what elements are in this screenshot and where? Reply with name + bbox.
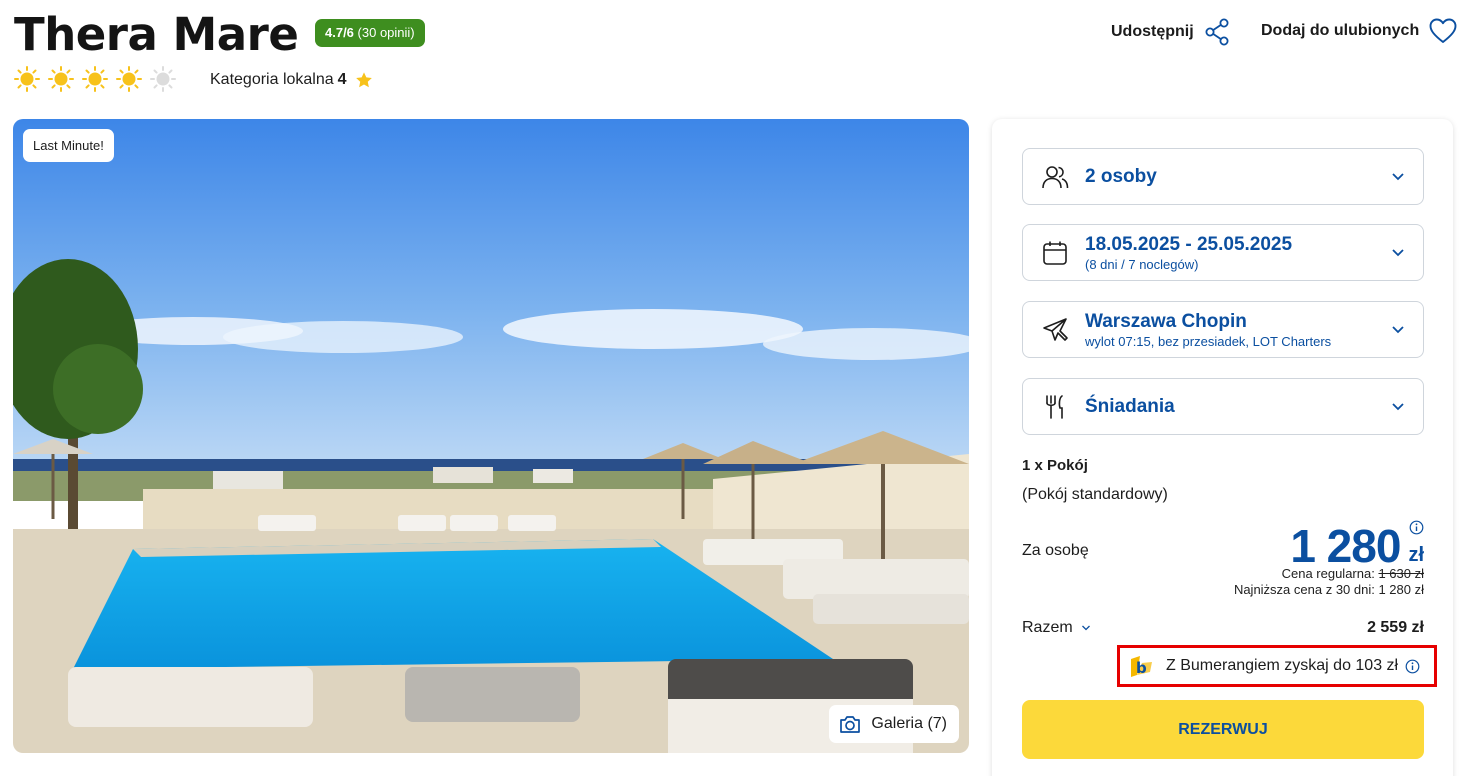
pool-scene-image: [13, 119, 969, 753]
total-toggle[interactable]: Razem: [1022, 619, 1091, 637]
share-icon: [1205, 18, 1229, 46]
chevron-down-icon: [1392, 248, 1404, 256]
sun-star-empty-icon: [150, 66, 176, 92]
total-label: Razem: [1022, 619, 1073, 636]
chevron-down-icon: [1081, 625, 1090, 631]
sun-star-icon: [116, 66, 142, 92]
svg-text:b: b: [1136, 659, 1147, 677]
sun-star-icon: [14, 66, 40, 92]
regular-price-label: Cena regularna:: [1281, 566, 1375, 581]
regular-price-value: 1 630 zł: [1378, 566, 1424, 581]
local-category: Kategoria lokalna 4: [210, 71, 373, 89]
rating-score: 4.7/6: [325, 25, 354, 40]
chevron-down-icon: [1392, 325, 1404, 333]
chevron-down-icon: [1392, 172, 1404, 180]
regular-price: Cena regularna: 1 630 zł: [1282, 566, 1424, 581]
calendar-icon: [1043, 241, 1067, 265]
info-icon[interactable]: [1405, 659, 1420, 674]
local-category-value: 4: [337, 71, 347, 88]
travelers-select[interactable]: 2 osoby: [1022, 148, 1424, 205]
bumerang-logo-icon: b: [1131, 656, 1152, 677]
airplane-icon: [1043, 317, 1068, 341]
favorites-label: Dodaj do ulubionych: [1261, 22, 1420, 39]
hotel-main-photo[interactable]: Last Minute! Galeria (7): [13, 119, 969, 753]
total-value: 2 559 zł: [1367, 619, 1424, 636]
price-currency: zł: [1408, 544, 1424, 566]
last-minute-badge: Last Minute!: [23, 129, 114, 162]
departure-details: wylot 07:15, bez przesiadek, LOT Charter…: [1085, 333, 1332, 349]
rating-badge[interactable]: 4.7/6 (30 opinii): [315, 19, 425, 47]
board-select[interactable]: Śniadania: [1022, 378, 1424, 435]
star-icon: [355, 72, 372, 88]
hotel-stars: [14, 66, 176, 92]
room-count: 1 x Pokój: [1022, 457, 1088, 474]
price-per-person: 1 280 zł: [1290, 523, 1424, 569]
lowest-price-30-days: Najniższa cena z 30 dni: 1 280 zł: [1233, 582, 1424, 597]
add-to-favorites-button[interactable]: Dodaj do ulubionych: [1261, 18, 1457, 44]
hotel-name: Thera Mare: [14, 8, 299, 61]
gallery-button[interactable]: Galeria (7): [829, 705, 959, 743]
booking-panel: 2 osoby 18.05.2025 - 25.05.2025 (8 dni /…: [992, 119, 1453, 776]
sun-star-icon: [82, 66, 108, 92]
share-label: Udostępnij: [1111, 23, 1194, 40]
travelers-value: 2 osoby: [1085, 165, 1157, 187]
chevron-down-icon: [1392, 402, 1404, 410]
local-category-label: Kategoria lokalna: [210, 71, 334, 88]
cutlery-icon: [1046, 394, 1063, 419]
reserve-button[interactable]: REZERWUJ: [1022, 700, 1424, 759]
dates-select[interactable]: 18.05.2025 - 25.05.2025 (8 dni / 7 nocle…: [1022, 224, 1424, 281]
room-type: (Pokój standardowy): [1022, 486, 1168, 503]
rating-reviews: (30 opinii): [357, 25, 415, 40]
departure-select[interactable]: Warszawa Chopin wylot 07:15, bez przesia…: [1022, 301, 1424, 358]
people-icon: [1042, 165, 1069, 188]
per-person-label: Za osobę: [1022, 542, 1089, 559]
price-value: 1 280: [1290, 520, 1401, 572]
dates-value: 18.05.2025 - 25.05.2025: [1085, 233, 1293, 255]
heart-icon: [1429, 18, 1457, 43]
sun-star-icon: [48, 66, 74, 92]
bumerang-cashback[interactable]: b Z Bumerangiem zyskaj do 103 zł: [1117, 645, 1437, 687]
departure-value: Warszawa Chopin: [1085, 310, 1247, 332]
board-value: Śniadania: [1085, 395, 1175, 417]
dates-duration: (8 dni / 7 noclegów): [1085, 256, 1199, 272]
price-info-icon[interactable]: [1409, 520, 1424, 535]
camera-icon: [840, 716, 861, 733]
gallery-label: Galeria (7): [871, 715, 947, 732]
share-button[interactable]: Udostępnij: [1111, 18, 1230, 46]
bumerang-text: Z Bumerangiem zyskaj do 103 zł: [1166, 657, 1399, 674]
